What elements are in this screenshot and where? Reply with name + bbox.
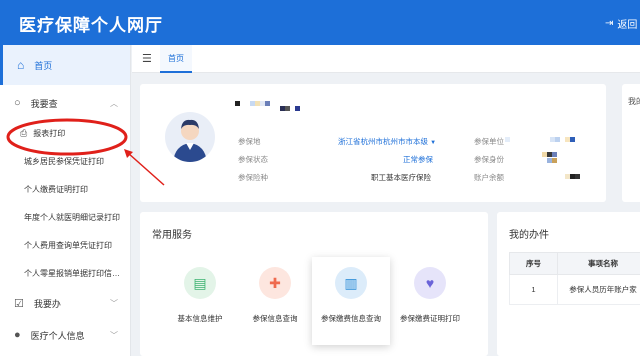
id-card-icon: ▤ [184, 267, 216, 299]
avatar [165, 112, 215, 162]
field-label: 参保险种 [238, 173, 268, 182]
sidebar-item-fee-query[interactable]: 个人费用查询单凭证打印 [0, 231, 130, 259]
service-label: 参保缴费信息查询 [321, 314, 381, 323]
masked-value [505, 137, 575, 142]
field-label: 参保状态 [238, 155, 268, 164]
sidebar-item-reimbursement[interactable]: 个人零星报销单据打印信… [0, 259, 130, 287]
masked-value [542, 152, 557, 157]
service-basic-info[interactable]: ▤ 基本信息维护 [161, 257, 239, 345]
back-label: 返回 [617, 20, 638, 31]
menu-toggle-icon[interactable]: ☰ [142, 52, 152, 65]
masked-name [280, 106, 300, 111]
masked-value [565, 174, 580, 179]
insurance-type-value: 职工基本医疗保险 [371, 173, 431, 182]
profile-card: 参保地 浙江省杭州市杭州市市本级 ▼ 参保状态 正常参保 参保险种 职工基本医疗… [140, 84, 606, 202]
building-icon: ▥ [335, 267, 367, 299]
sidebar-item-home[interactable]: ⌂ 首页 [0, 45, 130, 85]
sidebar-item-label: 城乡居民参保凭证打印 [24, 156, 104, 166]
service-label: 参保缴费证明打印 [400, 314, 460, 323]
right-panel: 我的 [622, 84, 640, 202]
table-cell: 1 [509, 274, 558, 305]
field-label: 账户余额 [474, 173, 504, 182]
chevron-down-icon: ﹀ [110, 298, 118, 308]
sidebar-item-label: 报表打印 [33, 128, 66, 138]
sidebar-item-label: 个人零星报销单据打印信… [24, 268, 120, 278]
sidebar-item-label: 个人费用查询单凭证打印 [24, 240, 112, 250]
sidebar-group-label: 我要查 [30, 98, 58, 109]
field-label: 参保身份 [474, 155, 504, 164]
chevron-down-icon: ﹀ [110, 330, 118, 340]
tab-bar: ☰ 首页 [132, 45, 640, 73]
sidebar-group-label: 医疗个人信息 [30, 330, 85, 341]
home-icon: ⌂ [17, 58, 25, 72]
search-icon: ○ [14, 97, 21, 109]
service-payment-proof[interactable]: ♥ 参保缴费证明打印 [391, 257, 469, 345]
my-cases-card: 我的办件 序号 事项名称 1 参保人员历年账户家 [497, 212, 640, 356]
tab-home[interactable]: 首页 [160, 45, 192, 73]
sidebar-item-label: 个人缴费证明打印 [24, 184, 88, 194]
section-title: 常用服务 [152, 230, 192, 241]
region-value[interactable]: 浙江省杭州市杭州市市本级 ▼ [338, 136, 436, 147]
field-label: 参保单位 [474, 137, 504, 146]
table-cell: 参保人员历年账户家 [557, 274, 640, 305]
sidebar-item-resident-certificate[interactable]: 城乡居民参保凭证打印 [0, 147, 130, 175]
sidebar: ⌂ 首页 ○ 我要查 ︿ ⎙ 报表打印 城乡居民参保凭证打印 个人缴费证明打印 … [0, 45, 131, 356]
sidebar-group-handle[interactable]: ☑ 我要办 ﹀ [0, 287, 130, 319]
column-header: 事项名称 [557, 252, 640, 275]
medkit-icon: ✚ [259, 267, 291, 299]
user-icon: ● [14, 329, 21, 341]
chevron-up-icon: ︿ [110, 98, 118, 108]
caret-down-icon: ▼ [430, 140, 437, 146]
field-label: 参保地 [238, 137, 261, 146]
service-insurance-query[interactable]: ✚ 参保信息查询 [236, 257, 314, 345]
checkbox-icon: ☑ [14, 297, 24, 310]
sidebar-item-annual-medical[interactable]: 年度个人就医明细记录打印 [0, 203, 130, 231]
printer-icon: ⎙ [20, 127, 28, 138]
status-value: 正常参保 [403, 155, 433, 164]
service-label: 参保信息查询 [252, 314, 298, 323]
table-row[interactable]: 1 参保人员历年账户家 [509, 274, 640, 305]
heart-icon: ♥ [414, 267, 446, 299]
top-header: 医疗保障个人网厅 ⇥ 返回 [0, 0, 640, 45]
sidebar-item-payment-proof[interactable]: 个人缴费证明打印 [0, 175, 130, 203]
column-header: 序号 [509, 252, 558, 275]
sidebar-home-label: 首页 [34, 60, 53, 71]
section-title: 我的办件 [509, 230, 549, 241]
back-button[interactable]: ⇥ 返回 [605, 16, 637, 31]
sidebar-item-report-print[interactable]: ⎙ 报表打印 [0, 119, 130, 147]
service-payment-query[interactable]: ▥ 参保缴费信息查询 [312, 257, 390, 345]
masked-value [542, 158, 557, 163]
sidebar-group-personal-info[interactable]: ● 医疗个人信息 ﹀ [0, 319, 130, 351]
right-panel-label: 我的 [628, 97, 640, 106]
sidebar-group-query[interactable]: ○ 我要查 ︿ [0, 87, 130, 119]
sidebar-item-label: 年度个人就医明细记录打印 [24, 212, 120, 222]
app-title: 医疗保障个人网厅 [19, 16, 163, 35]
cases-table: 序号 事项名称 1 参保人员历年账户家 [509, 252, 640, 305]
common-services-card: 常用服务 ▤ 基本信息维护 ✚ 参保信息查询 ▥ 参保缴费信息查询 ♥ 参保缴费… [140, 212, 488, 356]
exit-icon: ⇥ [605, 18, 614, 29]
sidebar-group-label: 我要办 [33, 298, 61, 309]
service-label: 基本信息维护 [177, 314, 223, 323]
masked-name [235, 101, 270, 106]
